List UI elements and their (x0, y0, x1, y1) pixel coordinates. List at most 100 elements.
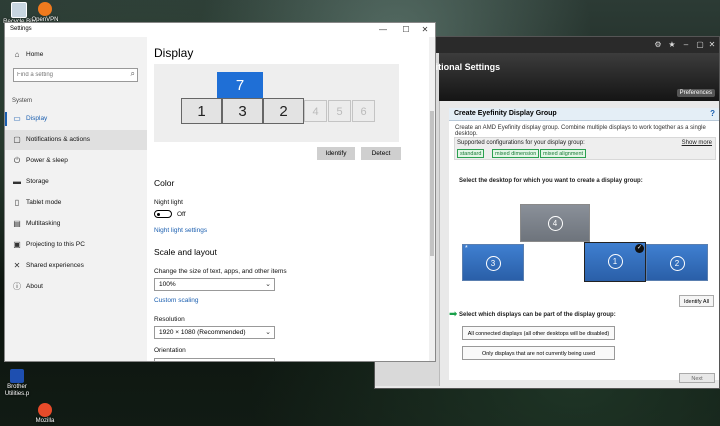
sidebar-item-display[interactable]: ▭ Display (5, 109, 147, 129)
night-light-label: Night light (154, 199, 183, 206)
active-indicator (5, 112, 7, 126)
home-link[interactable]: ⌂ Home (5, 45, 147, 65)
identify-all-button[interactable]: Identify All (679, 295, 714, 307)
star-icon[interactable]: ★ (667, 40, 677, 50)
sidebar-item-notifications[interactable]: ▢ Notifications & actions (5, 130, 147, 150)
tablet-mode-icon: ▯ (14, 198, 20, 207)
close-icon[interactable]: ✕ (707, 40, 717, 50)
search-icon[interactable]: ⌕ (131, 69, 135, 79)
orientation-dropdown[interactable] (154, 358, 275, 361)
chevron-down-icon: ⌄ (265, 281, 271, 288)
desktop-icon-mozilla[interactable]: Mozilla (28, 403, 62, 425)
eyefinity-monitor-4[interactable]: 4 (520, 204, 590, 242)
minimize-icon[interactable]: – (681, 40, 691, 50)
scale-dropdown[interactable]: 100% ⌄ (154, 278, 275, 291)
orientation-label: Orientation (154, 347, 186, 354)
eyefinity-description: Create an AMD Eyefinity display group. C… (455, 125, 706, 137)
unused-displays-button[interactable]: Only displays that are not currently bei… (462, 346, 615, 360)
primary-star-mark: * (465, 245, 468, 252)
maximize-button[interactable]: ☐ (396, 24, 416, 36)
system-section-label: System (12, 98, 33, 104)
scale-label: Change the size of text, apps, and other… (154, 268, 287, 275)
about-icon: ⓘ (13, 282, 21, 291)
find-setting-field[interactable]: ⌕ (13, 68, 138, 82)
storage-icon: ▬ (13, 177, 21, 186)
detect-button[interactable]: Detect (361, 147, 401, 160)
desktop-icon-openvpn[interactable]: OpenVPN (28, 2, 62, 24)
sidebar-item-label: Display (26, 115, 48, 122)
display-arrangement: 7 1 3 2 4 5 6 (154, 64, 399, 142)
eyefinity-titlebar: Create Eyefinity Display Group ? (449, 108, 719, 121)
identify-button[interactable]: Identify (317, 147, 355, 160)
selected-check-icon: ✓ (635, 244, 644, 253)
sidebar-item-label: Tablet mode (26, 199, 62, 206)
chevron-down-icon: ⌄ (265, 329, 271, 336)
sidebar-item-label: Power & sleep (26, 157, 68, 164)
show-more-link[interactable]: Show more (682, 140, 712, 146)
help-icon[interactable]: ? (710, 109, 715, 118)
eyefinity-monitor-1[interactable]: ✓ 1 (584, 242, 646, 282)
custom-scaling-link[interactable]: Custom scaling (154, 297, 198, 304)
sidebar-item-label: Shared experiences (26, 262, 84, 269)
all-connected-displays-button[interactable]: All connected displays (all other deskto… (462, 326, 615, 340)
color-heading: Color (154, 178, 175, 188)
config-tag-mixed-dimension: mixed dimension (492, 149, 540, 158)
supported-configs-label: Supported configurations for your displa… (457, 140, 585, 146)
sidebar-item-projecting[interactable]: ▣ Projecting to this PC (5, 235, 147, 255)
select-desktop-label: Select the desktop for which you want to… (459, 178, 643, 184)
maximize-icon[interactable]: ▢ (695, 40, 705, 50)
eyefinity-title: Create Eyefinity Display Group (454, 110, 557, 117)
recycle-bin-icon (11, 2, 27, 18)
minimize-button[interactable]: — (373, 24, 393, 36)
eyefinity-monitor-3[interactable]: * 3 (462, 244, 524, 281)
select-displays-label: Select which displays can be part of the… (459, 312, 616, 318)
radeon-header: Preferences (439, 53, 719, 101)
sidebar-item-storage[interactable]: ▬ Storage (5, 172, 147, 192)
display-3[interactable]: 3 (222, 98, 263, 124)
settings-sidebar: ⌂ Home ⌕ System ▭ Display ▢ Notification… (5, 37, 147, 361)
resolution-value: 1920 × 1080 (Recommended) (159, 329, 246, 336)
search-input[interactable] (17, 70, 122, 80)
display-6[interactable]: 6 (352, 100, 375, 122)
resolution-dropdown[interactable]: 1920 × 1080 (Recommended) ⌄ (154, 326, 275, 339)
monitor-number: 2 (669, 256, 685, 271)
sidebar-item-multitasking[interactable]: ▤ Multitasking (5, 214, 147, 234)
night-light-toggle[interactable] (154, 210, 172, 218)
settings-titlebar: Settings — ☐ ✕ (5, 23, 435, 37)
green-arrow-icon: ➡ (449, 309, 458, 320)
display-4[interactable]: 4 (304, 100, 327, 122)
display-5[interactable]: 5 (328, 100, 351, 122)
sidebar-item-label: About (26, 283, 43, 290)
close-button[interactable]: ✕ (415, 24, 435, 36)
sidebar-item-label: Projecting to this PC (26, 241, 85, 248)
toggle-knob (157, 212, 160, 216)
sidebar-item-shared-experiences[interactable]: ✕ Shared experiences (5, 256, 147, 276)
supported-configs-box: Supported configurations for your displa… (454, 137, 716, 160)
scale-value: 100% (159, 281, 176, 288)
scrollbar[interactable] (429, 37, 435, 361)
sidebar-item-label: Storage (26, 178, 49, 185)
sidebar-item-about[interactable]: ⓘ About (5, 277, 147, 297)
gear-icon[interactable]: ⚙ (653, 40, 663, 50)
desktop-icon-label: Mozilla (35, 418, 55, 424)
sidebar-item-tablet-mode[interactable]: ▯ Tablet mode (5, 193, 147, 213)
desktop-icon-brother[interactable]: Brother Utilities.p (0, 369, 34, 398)
sidebar-item-label: Multitasking (26, 220, 61, 227)
sidebar-item-power[interactable]: ⏻ Power & sleep (5, 151, 147, 171)
monitor-number: 4 (547, 216, 563, 231)
multitasking-icon: ▤ (13, 219, 21, 228)
monitor-number: 3 (485, 256, 501, 271)
brother-utilities-icon (10, 369, 24, 383)
display-7[interactable]: 7 (217, 72, 263, 98)
night-light-settings-link[interactable]: Night light settings (154, 227, 207, 234)
next-button[interactable]: Next (679, 373, 715, 383)
scale-heading: Scale and layout (154, 247, 217, 257)
scroll-thumb[interactable] (430, 111, 434, 256)
preferences-button[interactable]: Preferences (676, 89, 715, 97)
resolution-label: Resolution (154, 316, 185, 323)
eyefinity-monitor-2[interactable]: 2 (646, 244, 708, 281)
display-2[interactable]: 2 (263, 98, 304, 124)
settings-window: Settings — ☐ ✕ ⌂ Home ⌕ System ▭ Display… (4, 22, 436, 362)
config-tag-mixed-alignment: mixed alignment (540, 149, 587, 158)
display-1[interactable]: 1 (181, 98, 222, 124)
